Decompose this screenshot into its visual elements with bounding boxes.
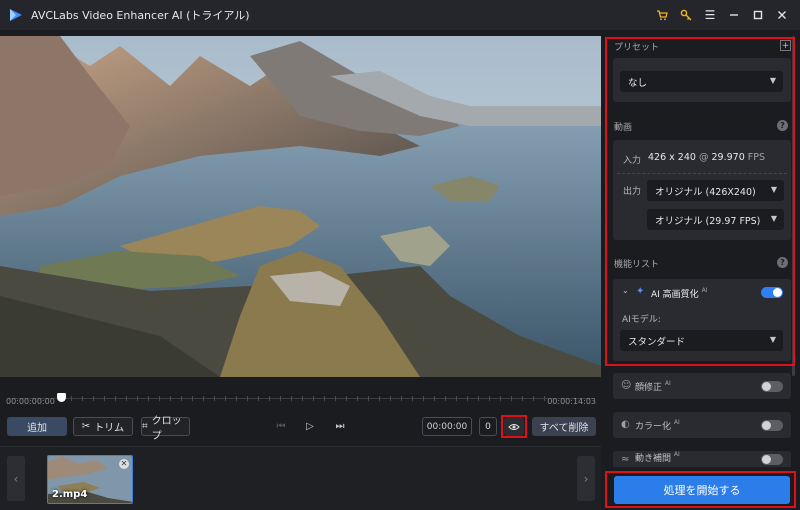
- minimize-icon[interactable]: [722, 0, 746, 30]
- title-bar: AVCLabs Video Enhancer AI (トライアル) ☰: [0, 0, 800, 30]
- face-icon: ☺: [621, 380, 632, 391]
- feature-colorize-label: カラー化 AI: [635, 419, 680, 432]
- face-toggle[interactable]: [761, 381, 783, 392]
- feature-face-label: 顔修正 AI: [635, 380, 671, 393]
- player-toolbar: 追加 ✂ トリム ⌗ クロップ ⏮ ▷ ⏭ 00:00:00 0 すべて削除: [0, 413, 601, 442]
- highlight-settings: [605, 37, 795, 366]
- app-logo-icon: [10, 9, 22, 21]
- previous-frame-icon[interactable]: ⏮: [272, 417, 290, 436]
- feature-face-name: 顔修正: [635, 382, 663, 393]
- timeline-end-time: 00:00:14:03: [547, 397, 596, 406]
- maximize-icon[interactable]: [746, 0, 770, 30]
- trim-label: トリム: [94, 423, 125, 434]
- playhead-handle[interactable]: [57, 393, 66, 402]
- strip-right-arrow-icon[interactable]: ›: [577, 456, 595, 501]
- add-button[interactable]: 追加: [7, 417, 67, 436]
- file-thumbnail[interactable]: 2.mp4 ✕: [47, 455, 133, 504]
- timeline-ticks: [60, 396, 549, 401]
- scissors-icon: ✂: [81, 421, 91, 432]
- cart-icon[interactable]: [650, 0, 674, 30]
- play-icon[interactable]: ▷: [301, 417, 319, 436]
- feature-face-sup: AI: [664, 379, 671, 387]
- menu-icon[interactable]: ☰: [698, 0, 722, 30]
- current-time-field[interactable]: 00:00:00: [422, 417, 472, 436]
- highlight-eye: [501, 415, 527, 438]
- strip-left-arrow-icon[interactable]: ‹: [7, 456, 25, 501]
- next-frame-icon[interactable]: ⏭: [331, 417, 349, 436]
- trim-button[interactable]: ✂ トリム: [73, 417, 133, 436]
- interpolation-toggle[interactable]: [761, 454, 783, 465]
- file-name: 2.mp4: [52, 489, 88, 500]
- feature-colorize-name: カラー化: [635, 421, 672, 432]
- palette-icon: ◐: [621, 419, 630, 430]
- remove-file-icon[interactable]: ✕: [119, 459, 129, 469]
- feature-interpolation-label: 動き補間 AI: [635, 451, 680, 464]
- timeline-start-time: 00:00:00:00: [6, 397, 55, 406]
- feature-interpolation-sup: AI: [673, 451, 680, 458]
- feature-interpolation[interactable]: ≈ 動き補間 AI: [613, 451, 791, 467]
- crop-icon: ⌗: [142, 421, 148, 432]
- feature-colorize-sup: AI: [673, 418, 680, 426]
- close-icon[interactable]: [770, 0, 794, 30]
- colorize-toggle[interactable]: [761, 420, 783, 431]
- highlight-start: [605, 471, 796, 508]
- crop-label: クロップ: [151, 415, 182, 442]
- timeline[interactable]: 00:00:00:00 00:00:14:03: [0, 382, 601, 412]
- motion-icon: ≈: [621, 454, 630, 465]
- file-strip: ‹ 2.mp4 ✕ ›: [0, 446, 601, 510]
- app-title: AVCLabs Video Enhancer AI (トライアル): [31, 9, 250, 22]
- clear-all-button[interactable]: すべて削除: [532, 417, 596, 436]
- feature-face[interactable]: ☺ 顔修正 AI: [613, 373, 791, 399]
- feature-colorize[interactable]: ◐ カラー化 AI: [613, 412, 791, 438]
- feature-interpolation-name: 動き補間: [635, 453, 672, 464]
- crop-button[interactable]: ⌗ クロップ: [141, 416, 190, 442]
- video-preview[interactable]: [0, 36, 601, 377]
- key-icon[interactable]: [674, 0, 698, 30]
- frame-field[interactable]: 0: [479, 417, 497, 436]
